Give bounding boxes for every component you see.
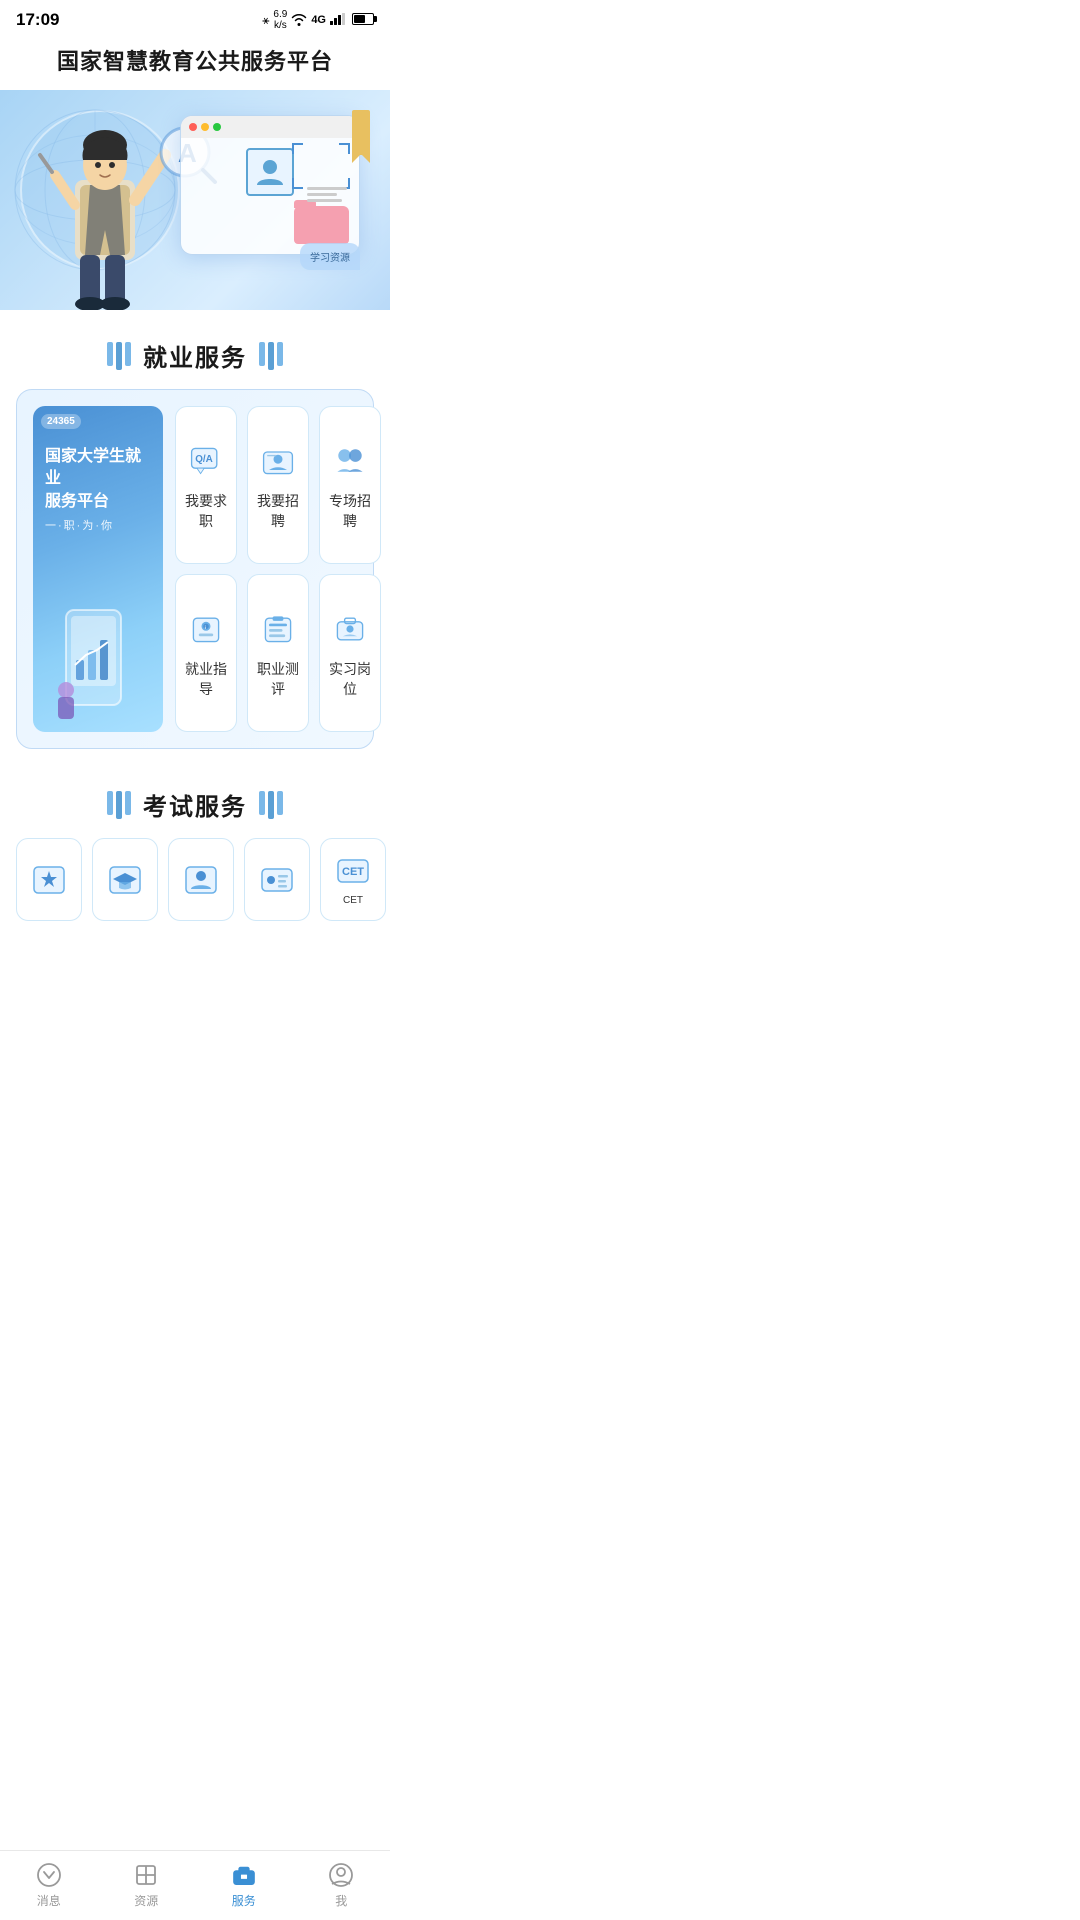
promo-title: 国家大学生就业服务平台 (45, 446, 151, 513)
exam-deco-left (107, 791, 131, 819)
svg-text:CET: CET (342, 866, 364, 878)
svg-text:i: i (205, 625, 206, 630)
intern-icon (328, 607, 372, 651)
exam-deco-bar-1 (107, 791, 113, 815)
recruit-icon (256, 439, 300, 483)
special-label: 专场招聘 (328, 491, 372, 531)
intern-label: 实习岗位 (328, 659, 372, 699)
exam-icon-1 (31, 862, 67, 898)
service-item-guide[interactable]: i 就业指导 (175, 574, 237, 732)
exam-icon-cet: CET (335, 853, 371, 889)
wifi-icon (291, 12, 307, 29)
status-icons: ⚹ 6.9k/s 4G (262, 9, 374, 31)
promo-illustration (45, 545, 151, 720)
career-label: 职业测评 (256, 659, 300, 699)
deco-right (259, 342, 283, 370)
exam-card-3[interactable] (168, 838, 234, 921)
status-time: 17:09 (16, 10, 59, 30)
employment-card: 24365 国家大学生就业服务平台 一·职·为·你 (16, 389, 374, 749)
exam-deco-bar-3 (125, 791, 131, 815)
deco-bar-1 (107, 342, 113, 366)
svg-text:Q/A: Q/A (195, 454, 213, 465)
exam-deco-bar-4 (259, 791, 265, 815)
exam-deco-bar-5 (268, 791, 274, 819)
exam-title: 考试服务 (143, 787, 247, 822)
employment-title: 就业服务 (143, 338, 247, 373)
deco-bar-2 (116, 342, 122, 370)
deco-bar-6 (277, 342, 283, 366)
nav-item-services[interactable]: 服务 (195, 1854, 293, 1917)
service-item-recruit[interactable]: 我要招聘 (247, 406, 309, 564)
service-item-job-seek[interactable]: Q/A 我要求职 (175, 406, 237, 564)
job-seek-icon: Q/A (184, 439, 228, 483)
screen-ui-decoration (180, 115, 360, 255)
promo-subtitle: 一·职·为·你 (45, 517, 151, 533)
employment-services-grid: Q/A 我要求职 我要招 (175, 406, 381, 732)
nav-item-resources[interactable]: 资源 (98, 1854, 196, 1917)
service-item-career[interactable]: 职业测评 (247, 574, 309, 732)
exam-deco-right (259, 791, 283, 819)
page-header: 国家智慧教育公共服务平台 (0, 36, 390, 90)
resources-icon (133, 1862, 159, 1888)
services-icon (231, 1862, 257, 1888)
employment-section-header: 就业服务 (0, 310, 390, 389)
exam-cards-row: CET CET (0, 838, 390, 937)
nav-messages-label: 消息 (37, 1892, 61, 1909)
nav-item-me[interactable]: 我 (293, 1854, 391, 1917)
bluetooth-icon: ⚹ (262, 13, 269, 28)
nav-resources-label: 资源 (134, 1892, 158, 1909)
speed-indicator: 6.9k/s (273, 9, 287, 31)
nav-services-label: 服务 (232, 1892, 256, 1909)
exam-icon-2 (107, 862, 143, 898)
exam-deco-bar-6 (277, 791, 283, 815)
badge-24365: 24365 (41, 414, 81, 429)
recruit-label: 我要招聘 (256, 491, 300, 531)
cet-label: CET (343, 895, 363, 906)
me-icon (328, 1862, 354, 1888)
exam-card-1[interactable] (16, 838, 82, 921)
deco-left (107, 342, 131, 370)
message-icon (36, 1862, 62, 1888)
nav-item-messages[interactable]: 消息 (0, 1854, 98, 1917)
service-item-special[interactable]: 专场招聘 (319, 406, 381, 564)
signal-icon: 4G (311, 14, 326, 26)
deco-bar-4 (259, 342, 265, 366)
exam-card-4[interactable] (244, 838, 310, 921)
status-bar: 17:09 ⚹ 6.9k/s 4G (0, 0, 390, 36)
battery-icon (350, 13, 374, 28)
page-title: 国家智慧教育公共服务平台 (20, 44, 370, 76)
nav-me-label: 我 (335, 1892, 347, 1909)
employment-promo-card[interactable]: 24365 国家大学生就业服务平台 一·职·为·你 (33, 406, 163, 732)
career-icon (256, 607, 300, 651)
exam-icon-3 (183, 862, 219, 898)
bottom-nav: 消息 资源 服务 (0, 1850, 390, 1920)
service-row-2: i 就业指导 职业测评 (175, 574, 381, 732)
guide-icon: i (184, 607, 228, 651)
service-row-1: Q/A 我要求职 我要招 (175, 406, 381, 564)
service-item-intern[interactable]: 实习岗位 (319, 574, 381, 732)
exam-section: 考试服务 (0, 749, 390, 937)
exam-section-header: 考试服务 (0, 759, 390, 838)
deco-bar-3 (125, 342, 131, 366)
signal-bars-icon (330, 13, 346, 28)
exam-card-cet[interactable]: CET CET (320, 838, 386, 921)
guide-label: 就业指导 (184, 659, 228, 699)
exam-deco-bar-2 (116, 791, 122, 819)
exam-card-2[interactable] (92, 838, 158, 921)
job-seek-label: 我要求职 (184, 491, 228, 531)
special-icon (328, 439, 372, 483)
exam-icon-4 (259, 862, 295, 898)
deco-bar-5 (268, 342, 274, 370)
hero-banner: A (0, 90, 390, 310)
